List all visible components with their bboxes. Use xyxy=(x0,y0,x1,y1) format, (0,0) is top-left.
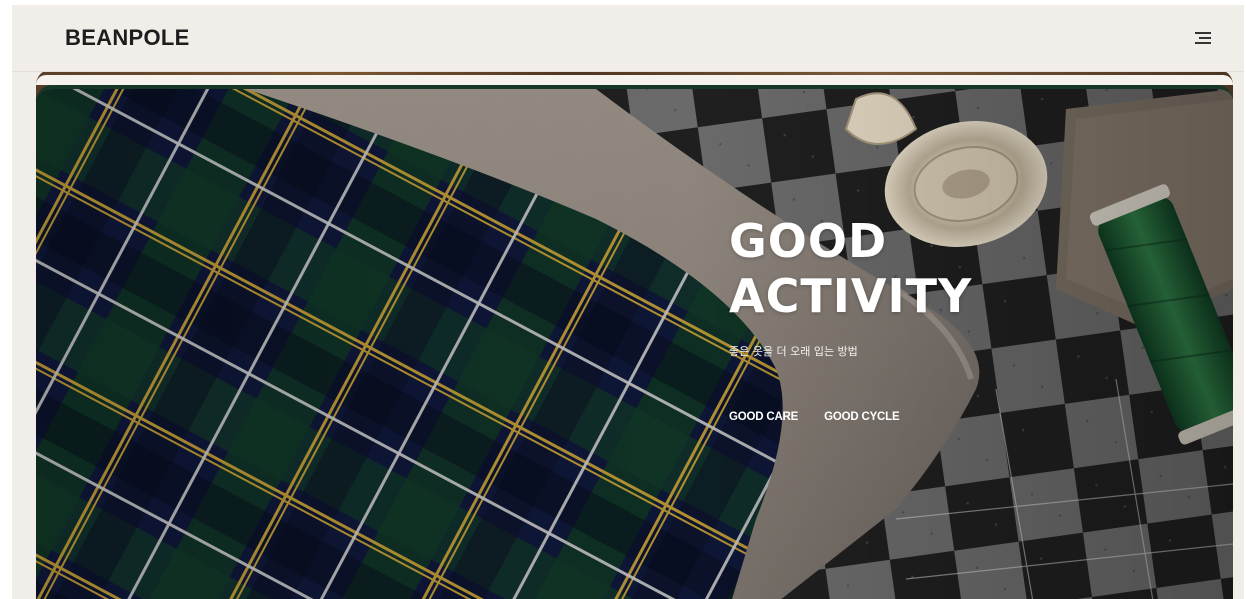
page: BEANPOLE GOOD ACTIVITY 좋은 옷을 더 오래 입는 방법 … xyxy=(12,5,1244,599)
hero-text-block: GOOD ACTIVITY 좋은 옷을 더 오래 입는 방법 GOOD CARE… xyxy=(729,214,972,423)
hero-title-line2: ACTIVITY xyxy=(729,269,973,323)
hero-subtitle: 좋은 옷을 더 오래 입는 방법 xyxy=(729,345,858,358)
hero-background-image xyxy=(36,89,1233,599)
brand-logo[interactable]: BEANPOLE xyxy=(65,25,190,51)
hero-title-line1: GOOD xyxy=(729,214,888,268)
hero-banner: GOOD ACTIVITY 좋은 옷을 더 오래 입는 방법 GOOD CARE… xyxy=(36,85,1233,599)
hero-link-group: GOOD CARE GOOD CYCLE xyxy=(729,411,972,423)
good-care-link[interactable]: GOOD CARE xyxy=(729,411,798,423)
slide-card-divider xyxy=(36,75,1233,85)
site-header: BEANPOLE xyxy=(12,5,1244,72)
hero-title: GOOD ACTIVITY xyxy=(729,214,972,324)
hamburger-menu-icon[interactable] xyxy=(1190,27,1214,49)
good-cycle-link[interactable]: GOOD CYCLE xyxy=(824,411,900,423)
